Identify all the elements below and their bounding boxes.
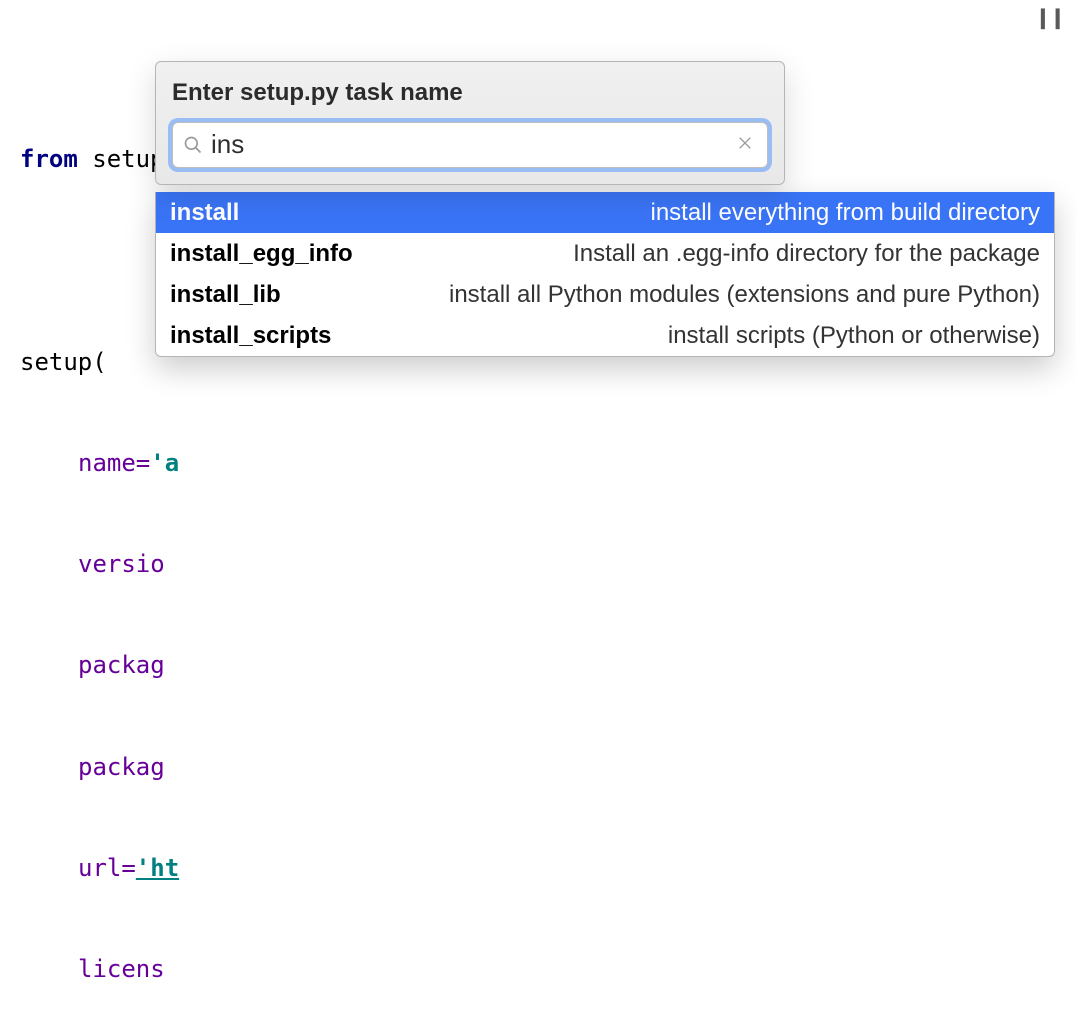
- code-line: url='ht: [20, 851, 1056, 885]
- param-packages-1: packag: [78, 651, 165, 679]
- suggestion-desc: install scripts (Python or otherwise): [668, 319, 1040, 353]
- param-name: name=: [78, 449, 150, 477]
- code-line: packag: [20, 750, 1056, 784]
- suggestion-name: install_lib: [170, 278, 281, 312]
- param-packages-2: packag: [78, 753, 165, 781]
- suggestion-item[interactable]: install_lib install all Python modules (…: [156, 274, 1054, 315]
- code-line: packag: [20, 648, 1056, 682]
- param-license: licens: [78, 955, 165, 983]
- suggestions-list: install install everything from build di…: [155, 192, 1055, 357]
- suggestion-item[interactable]: install_scripts install scripts (Python …: [156, 315, 1054, 356]
- param-url: url=: [78, 854, 136, 882]
- clear-icon[interactable]: [733, 127, 757, 163]
- code-line: name='a: [20, 446, 1056, 480]
- suggestion-desc: install everything from build directory: [651, 196, 1041, 230]
- suggestion-desc: Install an .egg-info directory for the p…: [573, 237, 1040, 271]
- code-line: versio: [20, 547, 1056, 581]
- call-setup: setup(: [20, 348, 107, 376]
- suggestion-name: install_egg_info: [170, 237, 353, 271]
- search-input[interactable]: [203, 129, 733, 160]
- suggestion-item[interactable]: install install everything from build di…: [156, 192, 1054, 233]
- pause-icon[interactable]: ❙❙: [1034, 4, 1064, 32]
- param-name-value: 'a: [150, 449, 179, 477]
- param-url-value: 'ht: [136, 854, 179, 882]
- task-name-popup: Enter setup.py task name: [155, 61, 785, 185]
- suggestion-name: install_scripts: [170, 319, 331, 353]
- code-line: licens: [20, 952, 1056, 986]
- param-version: versio: [78, 550, 165, 578]
- suggestion-name: install: [170, 196, 239, 230]
- popup-title: Enter setup.py task name: [172, 76, 768, 110]
- search-icon: [183, 135, 203, 155]
- search-field-wrapper[interactable]: [172, 122, 768, 168]
- suggestion-desc: install all Python modules (extensions a…: [449, 278, 1040, 312]
- keyword-from: from: [20, 145, 78, 173]
- suggestion-item[interactable]: install_egg_info Install an .egg-info di…: [156, 233, 1054, 274]
